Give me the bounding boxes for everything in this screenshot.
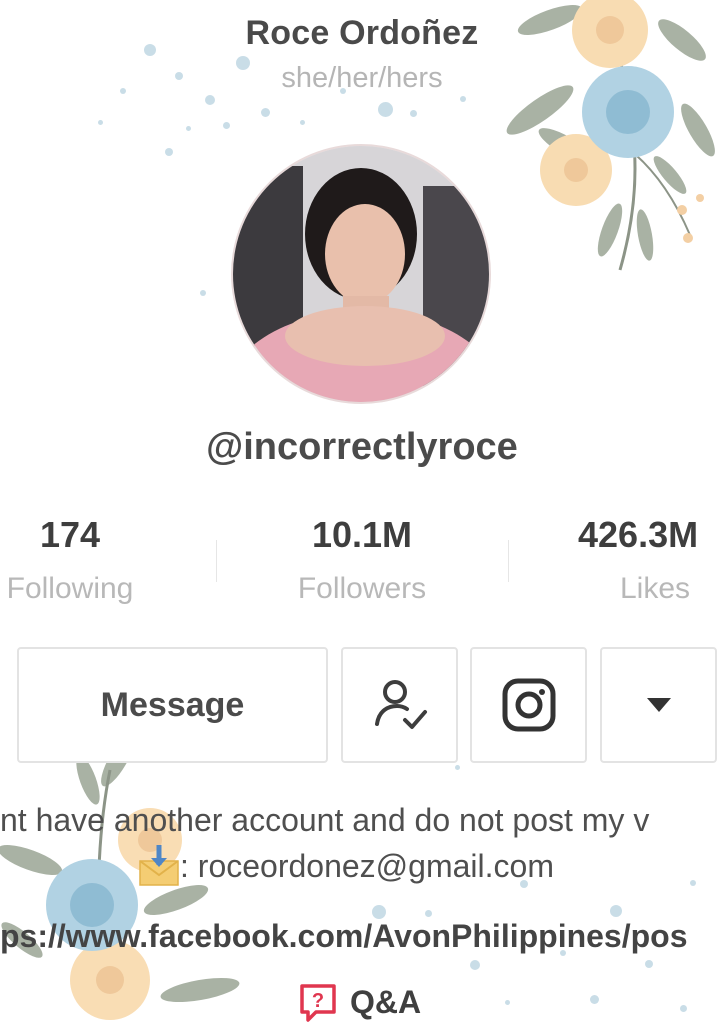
- likes-label: Likes: [619, 572, 691, 605]
- followers-label: Followers: [297, 572, 427, 605]
- pronouns: she/her/hers: [281, 62, 443, 94]
- following-label: Following: [6, 572, 134, 605]
- display-name: Roce Ordoñez: [245, 14, 479, 52]
- avatar[interactable]: [233, 146, 489, 402]
- username: @incorrectlyroce: [206, 426, 518, 468]
- envelope-download-icon: [136, 843, 182, 894]
- stat-divider: [216, 540, 217, 582]
- qa-link[interactable]: ? Q&A: [298, 982, 421, 1022]
- likes-count: 426.3M: [578, 514, 699, 555]
- avatar-photo: [233, 146, 489, 402]
- svg-text:?: ?: [312, 990, 324, 1012]
- person-check-icon: [374, 680, 427, 729]
- following-status-button[interactable]: [341, 647, 458, 763]
- more-options-button[interactable]: [600, 647, 717, 763]
- caret-down-icon: [646, 698, 671, 712]
- following-count: 174: [39, 514, 101, 555]
- instagram-button[interactable]: [470, 647, 587, 763]
- message-button[interactable]: Message: [17, 647, 328, 763]
- bio-line-2-email: : roceordonez@gmail.com: [180, 848, 554, 884]
- bio-link[interactable]: ps://www.facebook.com/AvonPhilippines/po…: [0, 918, 724, 955]
- message-button-label: Message: [100, 685, 245, 724]
- stat-divider: [508, 540, 509, 582]
- followers-count: 10.1M: [311, 514, 413, 555]
- instagram-icon: [502, 678, 555, 732]
- bio-line-1: nt have another account and do not post …: [0, 802, 650, 838]
- qa-label: Q&A: [350, 983, 422, 1020]
- question-bubble-icon: ?: [300, 984, 336, 1022]
